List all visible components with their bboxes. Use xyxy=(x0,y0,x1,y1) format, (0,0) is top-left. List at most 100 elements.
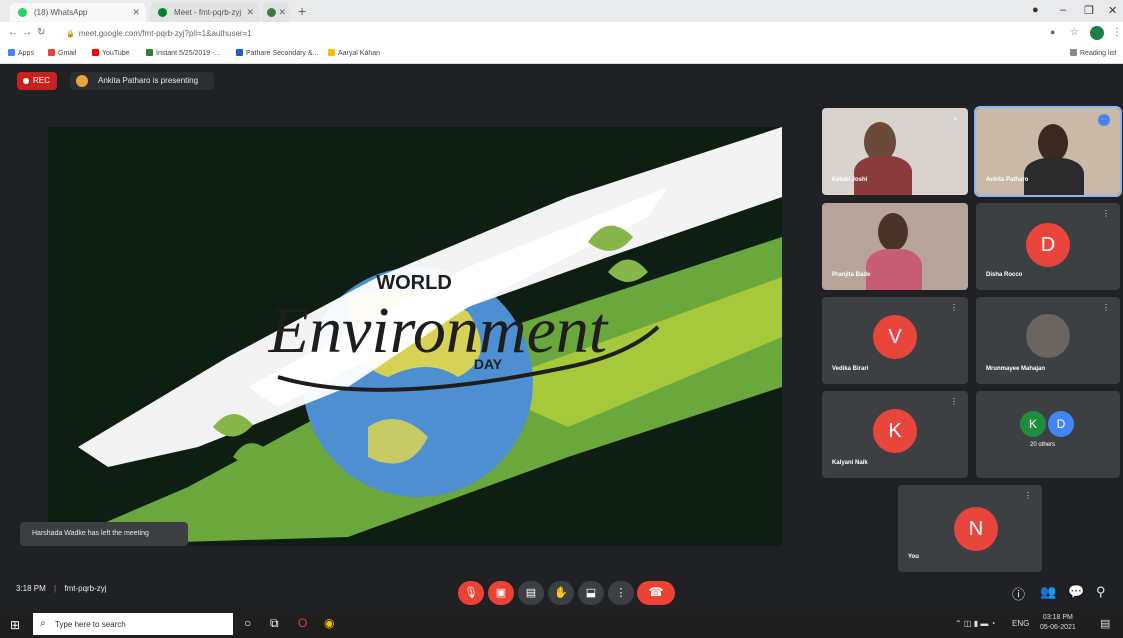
taskbar-search[interactable]: ⌕ Type here to search xyxy=(33,613,233,635)
participant-video xyxy=(878,213,908,251)
more-options-button[interactable]: ⋮ xyxy=(608,581,634,605)
profile-dot-icon[interactable]: ● xyxy=(1032,4,1039,16)
participant-tile[interactable]: ● Ketaki Joshi xyxy=(822,108,968,195)
notification-icon[interactable]: ▤ xyxy=(1100,617,1110,630)
search-icon: ⌕ xyxy=(40,618,46,629)
tab-label: (18) WhatsApp xyxy=(34,8,88,17)
back-icon[interactable]: ← xyxy=(8,27,18,38)
apps-grid-icon xyxy=(8,49,15,56)
tray-time: 03:18 PM xyxy=(1042,614,1073,621)
presenting-label: Ankita Patharo is presenting xyxy=(98,76,199,85)
participant-photo xyxy=(1026,314,1070,358)
participant-avatar: D xyxy=(1026,223,1070,267)
bookmark-youtube[interactable]: YouTube xyxy=(92,49,130,57)
tray-clock[interactable]: 03:18 PM 05-06-2021 xyxy=(1040,613,1076,633)
participant-tile[interactable]: Pranjita Bade xyxy=(822,203,968,290)
youtube-icon xyxy=(92,49,99,56)
mic-off-icon: ⋮ xyxy=(1102,209,1110,218)
people-icon[interactable]: 👥 xyxy=(1040,584,1056,600)
mic-off-button[interactable]: 🎙 xyxy=(458,581,484,605)
bookmarks-bar: Apps Gmail YouTube Instant 5/25/2019 -..… xyxy=(0,44,1123,64)
chrome-icon[interactable]: ◉ xyxy=(324,616,334,630)
bookmark-instant[interactable]: Instant 5/25/2019 -... xyxy=(146,49,220,57)
url-text: meet.google.com/fmt-pqrb-zyj?pli=1&authu… xyxy=(78,29,252,38)
recording-badge: REC xyxy=(17,72,57,90)
self-avatar: N xyxy=(954,507,998,551)
slide-day-text: DAY xyxy=(474,356,503,372)
presenting-chip[interactable]: Ankita Patharo is presenting xyxy=(70,72,214,90)
minimize-button[interactable]: – xyxy=(1060,4,1066,16)
close-tab-icon[interactable]: ✕ xyxy=(246,7,254,18)
search-placeholder: Type here to search xyxy=(55,620,126,629)
participant-video xyxy=(1038,124,1068,162)
opera-icon[interactable]: O xyxy=(298,616,307,630)
camera-off-button[interactable]: ▣ xyxy=(488,581,514,605)
others-count: 20 others xyxy=(1030,442,1056,448)
close-tab-icon[interactable]: ✕ xyxy=(278,7,286,18)
camera-indicator-icon[interactable]: ● xyxy=(1050,27,1055,37)
self-tile[interactable]: N ⋮ You xyxy=(898,485,1042,572)
windows-taskbar: ⊞ ⌕ Type here to search ○ ⧉ O ◉ ⌃ ◫ ▮ ▬ … xyxy=(0,610,1123,638)
others-tile[interactable]: K D 20 others xyxy=(976,391,1120,478)
others-avatar: D xyxy=(1048,411,1074,437)
bookmark-gmail[interactable]: Gmail xyxy=(48,49,76,57)
mic-off-icon: ⋮ xyxy=(1102,303,1110,312)
profile-avatar[interactable] xyxy=(1090,26,1104,40)
menu-kebab-icon[interactable]: ⋮ xyxy=(1112,27,1122,38)
tray-date: 05-06-2021 xyxy=(1040,624,1076,631)
url-field[interactable]: 🔒 meet.google.com/fmt-pqrb-zyj?pli=1&auth… xyxy=(56,26,916,41)
tab-strip: (18) WhatsApp ✕ Meet - fmt-pqrb-zyj ✕ ✕ … xyxy=(0,0,1123,22)
address-bar-row: ← → ↻ 🔒 meet.google.com/fmt-pqrb-zyj?pli=… xyxy=(0,22,1123,44)
raise-hand-button[interactable]: ✋ xyxy=(548,581,574,605)
participant-tile[interactable]: K ⋮ Kalyani Naik xyxy=(822,391,968,478)
new-tab-button[interactable]: + xyxy=(298,3,306,19)
tab-whatsapp[interactable]: (18) WhatsApp ✕ xyxy=(10,3,146,22)
mic-off-icon: ● xyxy=(953,114,958,123)
meet-icon xyxy=(158,8,167,17)
close-tab-icon[interactable]: ✕ xyxy=(132,7,140,18)
cortana-icon[interactable]: ○ xyxy=(244,616,251,630)
end-call-button[interactable]: ☎ xyxy=(637,581,675,605)
bookmark-apps[interactable]: Apps xyxy=(8,49,34,57)
present-button[interactable]: ⬓ xyxy=(578,581,604,605)
reading-list[interactable]: Reading list xyxy=(1070,49,1117,57)
participant-name: Ketaki Joshi xyxy=(832,177,868,183)
participant-name: Mrunmayee Mahajan xyxy=(986,366,1046,372)
reload-icon[interactable]: ↻ xyxy=(37,27,45,38)
tray-language[interactable]: ENG xyxy=(1012,619,1029,628)
bookmark-icon xyxy=(328,49,335,56)
extension-icon xyxy=(267,8,276,17)
screen: (18) WhatsApp ✕ Meet - fmt-pqrb-zyj ✕ ✕ … xyxy=(0,0,1123,638)
participant-tile[interactable]: ⋮ Mrunmayee Mahajan xyxy=(976,297,1120,384)
activities-icon[interactable]: ⚲ xyxy=(1096,584,1106,600)
forward-icon[interactable]: → xyxy=(22,27,32,38)
maximize-button[interactable]: ❐ xyxy=(1084,4,1094,17)
meeting-time: 3:18 PM xyxy=(16,584,46,593)
bookmark-star-icon[interactable]: ☆ xyxy=(1070,27,1079,38)
slide-environment-text: Environment xyxy=(268,294,609,367)
participant-tile[interactable]: ⋯ Ankita Patharo xyxy=(974,106,1122,197)
participant-avatar: V xyxy=(873,315,917,359)
windows-start-icon[interactable]: ⊞ xyxy=(10,618,20,632)
tab-label: Meet - fmt-pqrb-zyj xyxy=(174,8,242,17)
mic-off-icon: ⋮ xyxy=(950,303,958,312)
self-name: You xyxy=(908,554,919,560)
participant-tile[interactable]: D ⋮ Disha Rocco xyxy=(976,203,1120,290)
more-options-icon[interactable]: ⋯ xyxy=(1098,114,1110,126)
sheet-icon xyxy=(146,49,153,56)
meeting-info-icon[interactable]: ⓘ xyxy=(1012,584,1025,603)
participant-tile[interactable]: V ⋮ Vedika Birari xyxy=(822,297,968,384)
task-view-icon[interactable]: ⧉ xyxy=(270,616,279,631)
participant-name: Ankita Patharo xyxy=(986,177,1029,183)
tab-extension[interactable]: ✕ xyxy=(262,3,290,22)
tab-meet[interactable]: Meet - fmt-pqrb-zyj ✕ xyxy=(150,3,260,22)
participant-name: Disha Rocco xyxy=(986,272,1023,278)
lock-icon: 🔒 xyxy=(66,31,75,38)
bookmark-pathare[interactable]: Pathare Secondary &... xyxy=(236,49,318,57)
chat-icon[interactable]: 💬 xyxy=(1068,584,1084,600)
bookmark-aaryal[interactable]: Aaryal Kahan xyxy=(328,49,380,57)
close-window-button[interactable]: ✕ xyxy=(1108,4,1117,17)
meeting-details: 3:18 PM | fmt-pqrb-zyj xyxy=(16,584,107,593)
tray-icons[interactable]: ⌃ ◫ ▮ ▬ ◔ xyxy=(955,619,995,628)
captions-button[interactable]: ▤ xyxy=(518,581,544,605)
